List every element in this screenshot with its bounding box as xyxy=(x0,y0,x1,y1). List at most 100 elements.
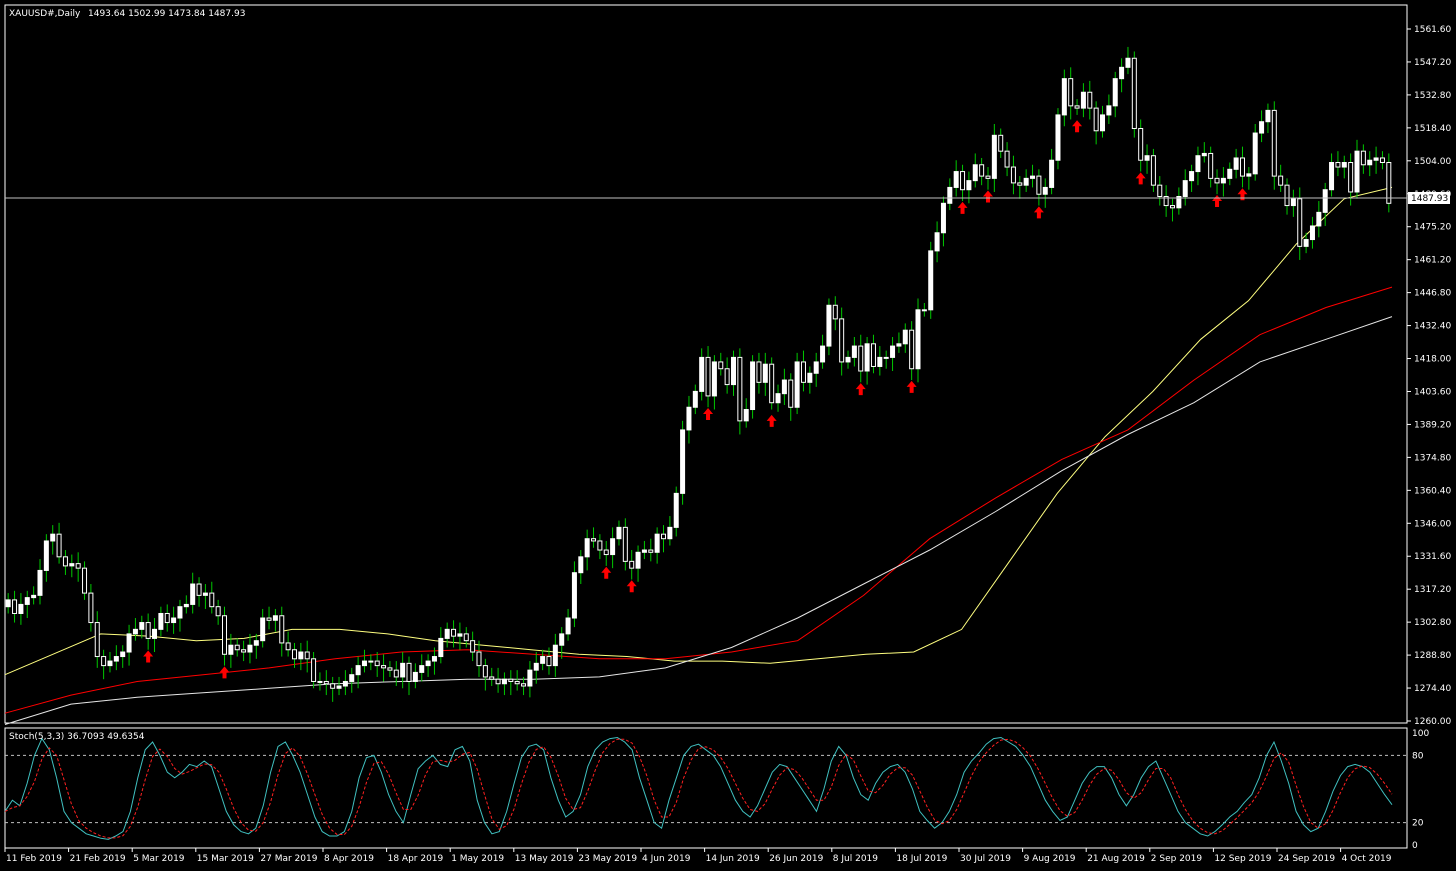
candle-body xyxy=(1061,78,1067,116)
candle-body xyxy=(1360,150,1366,166)
candle-body xyxy=(291,649,297,660)
candle-body xyxy=(368,660,374,663)
candle-body xyxy=(183,603,189,608)
candle-body xyxy=(966,180,972,191)
candle-body xyxy=(82,567,88,594)
candle-body xyxy=(145,622,151,639)
candle-body xyxy=(18,603,24,614)
date-tick-label: 21 Aug 2019 xyxy=(1087,854,1145,864)
candle-body xyxy=(826,304,832,347)
candle-body xyxy=(514,680,520,685)
stoch-indicator-label: Stoch(5,3,3) 36.7093 49.6354 xyxy=(9,732,145,742)
price-tick-label: 1260.00 xyxy=(1414,717,1451,727)
candle-body xyxy=(559,633,565,646)
candle-body xyxy=(1208,152,1214,179)
current-price-tag-text: 1487.93 xyxy=(1411,194,1448,204)
candle-body xyxy=(317,680,323,683)
candle-body xyxy=(896,343,902,347)
candle-body xyxy=(724,368,730,386)
candle-body xyxy=(374,660,380,667)
candle-body xyxy=(425,660,431,667)
candle-body xyxy=(400,662,406,678)
candle-body xyxy=(864,343,870,372)
candle-body xyxy=(349,674,355,682)
candle-body xyxy=(610,538,616,556)
candle-body xyxy=(1259,121,1265,134)
candle-body xyxy=(546,656,552,667)
price-tick-label: 1374.80 xyxy=(1414,453,1451,463)
price-tick-label: 1302.80 xyxy=(1414,618,1451,628)
candle-body xyxy=(953,171,959,188)
candle-body xyxy=(279,615,285,644)
date-tick-label: 9 Aug 2019 xyxy=(1024,854,1076,864)
candle-body xyxy=(915,309,921,370)
candle-body xyxy=(1049,159,1055,188)
candle-body xyxy=(1182,180,1188,198)
candle-body xyxy=(43,540,49,571)
candle-body xyxy=(1036,175,1042,195)
date-tick-label: 18 Apr 2019 xyxy=(388,854,444,864)
candle-body xyxy=(1367,159,1373,166)
candle-body xyxy=(578,556,584,574)
candle-body xyxy=(972,164,978,182)
candle-body xyxy=(253,640,259,646)
candle-body xyxy=(1131,57,1137,130)
candle-body xyxy=(730,356,736,386)
date-tick-label: 30 Jul 2019 xyxy=(960,854,1011,864)
date-tick-label: 24 Sep 2019 xyxy=(1278,854,1335,864)
candle-body xyxy=(1010,166,1016,184)
candle-body xyxy=(132,628,138,635)
candle-body xyxy=(419,665,425,673)
price-tick-label: 1446.80 xyxy=(1414,289,1451,299)
candle-body xyxy=(1030,175,1036,179)
candle-body xyxy=(361,660,367,667)
candle-body xyxy=(858,345,864,372)
candle-body xyxy=(1335,162,1341,168)
candle-body xyxy=(839,318,845,363)
candle-body xyxy=(1201,152,1207,157)
candle-body xyxy=(75,563,81,569)
candle-body xyxy=(381,665,387,669)
candle-body xyxy=(540,656,546,664)
candle-body xyxy=(31,594,37,599)
price-tick-label: 1389.20 xyxy=(1414,420,1451,430)
chart-ohlc-label: 1493.64 1502.99 1473.84 1487.93 xyxy=(88,9,245,19)
candle-body xyxy=(921,309,927,312)
date-tick-label: 4 Jun 2019 xyxy=(642,854,691,864)
date-tick-label: 21 Feb 2019 xyxy=(70,854,126,864)
candle-body xyxy=(1290,198,1296,207)
candle-body xyxy=(661,533,667,540)
candle-body xyxy=(495,678,501,685)
candle-body xyxy=(680,429,686,494)
candle-body xyxy=(1322,189,1328,213)
candle-body xyxy=(336,685,342,689)
candle-body xyxy=(883,356,889,359)
candle-body xyxy=(1303,239,1309,247)
candle-body xyxy=(1150,155,1156,186)
date-tick-label: 11 Feb 2019 xyxy=(6,854,62,864)
candle-body xyxy=(597,540,603,551)
candle-body xyxy=(718,361,724,370)
candle-body xyxy=(463,633,469,642)
candle-body xyxy=(584,538,590,558)
candle-body xyxy=(667,526,673,540)
candle-body xyxy=(1119,66,1125,80)
price-tick-label: 1274.40 xyxy=(1414,684,1451,694)
candle-body xyxy=(654,533,660,553)
date-tick-label: 27 Mar 2019 xyxy=(260,854,317,864)
candle-body xyxy=(1373,157,1379,161)
price-tick-label: 1432.40 xyxy=(1414,322,1451,332)
candle-body xyxy=(1309,225,1315,241)
candle-body xyxy=(565,617,571,635)
candle-body xyxy=(870,343,876,367)
chart-canvas: 1561.601547.201532.801518.401504.001489.… xyxy=(0,0,1456,871)
candle-body xyxy=(107,660,113,667)
candle-body xyxy=(1087,91,1093,109)
candle-body xyxy=(222,615,228,655)
candle-body xyxy=(1284,184,1290,207)
candle-body xyxy=(152,628,158,639)
candle-body xyxy=(909,329,915,370)
candle-body xyxy=(533,662,539,671)
candle-body xyxy=(323,680,329,685)
candle-body xyxy=(1265,109,1271,123)
